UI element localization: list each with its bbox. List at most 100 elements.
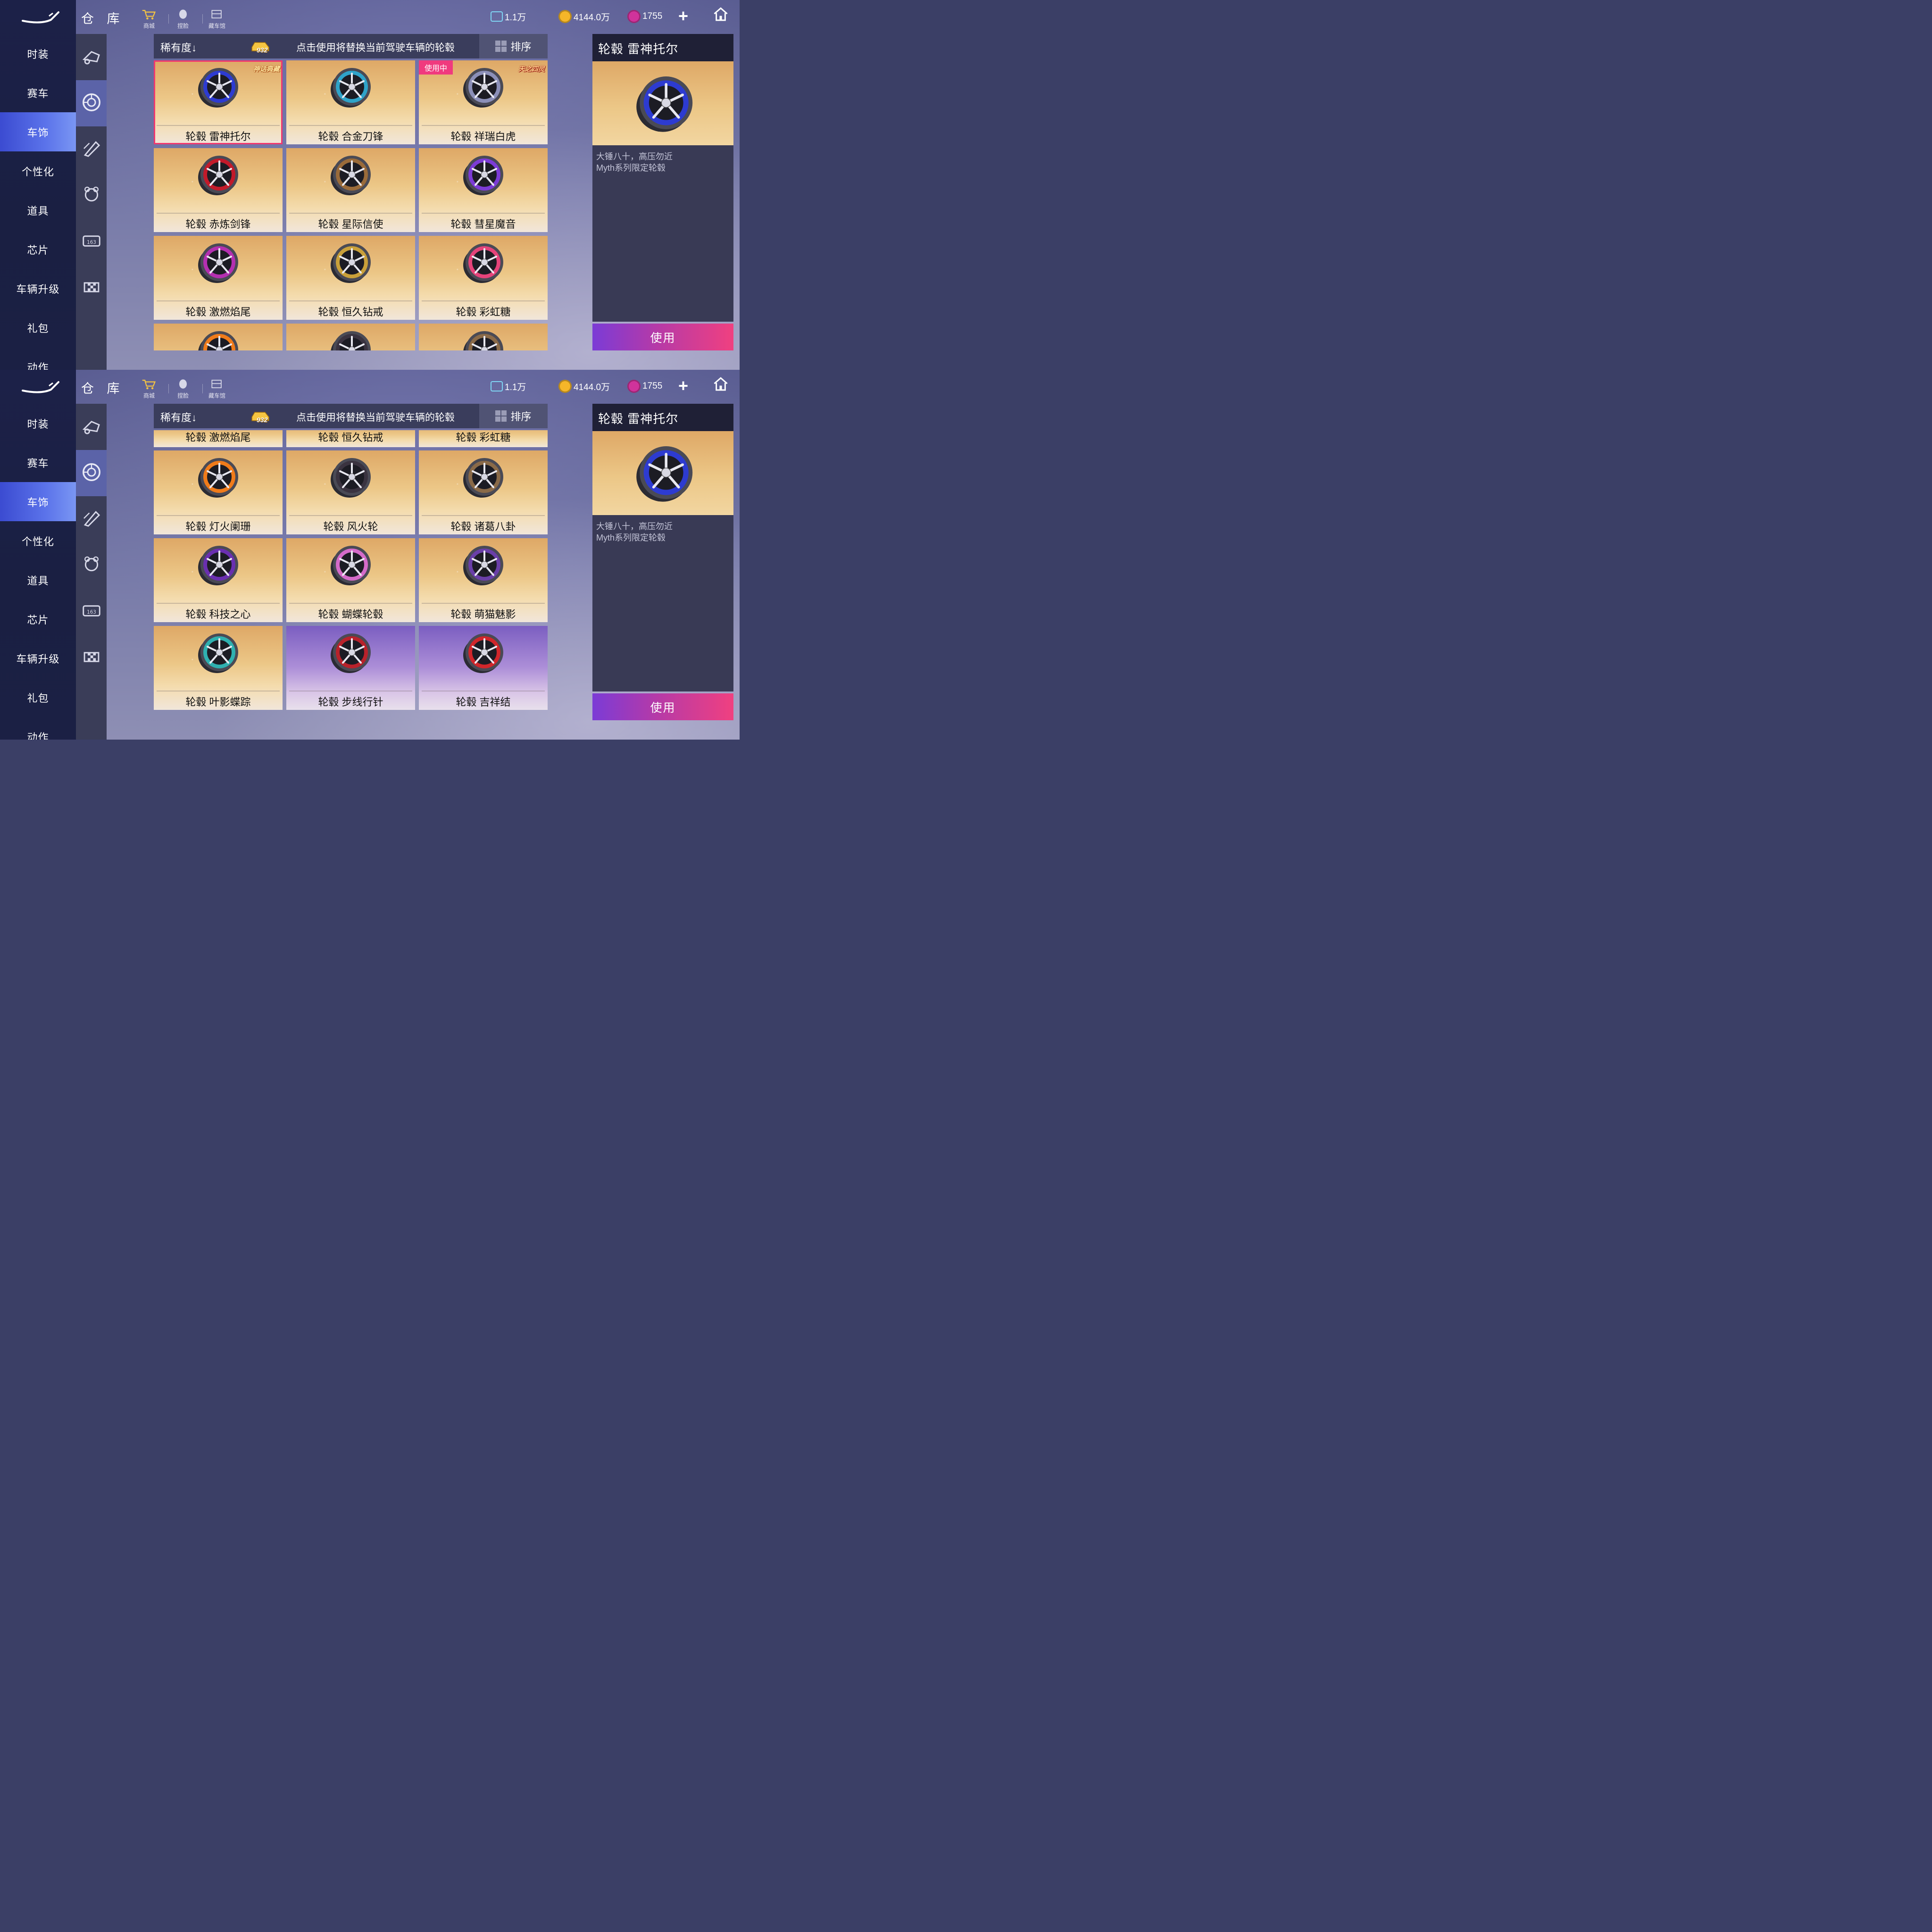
pet-icon-tab[interactable] (76, 542, 107, 589)
tail-icon-tab[interactable] (76, 404, 107, 450)
item-card[interactable]: 轮毂 恒久钻戒 (286, 236, 415, 320)
jet-icon-tab[interactable] (76, 126, 107, 173)
item-card[interactable]: 轮毂 灯火阑珊 (154, 450, 283, 534)
license-plate-icon: 163 (81, 600, 102, 624)
use-button[interactable]: 使用 (592, 693, 733, 720)
license-plate-icon-tab[interactable]: 163 (76, 589, 107, 635)
nav-item-5[interactable]: 芯片 (0, 230, 76, 269)
item-card[interactable]: 轮毂 诸葛八卦 (419, 450, 548, 534)
wheel-image (194, 453, 242, 500)
topnav-shopping-cart-button[interactable]: 商城 (135, 8, 163, 29)
item-card[interactable]: 轮毂 激燃焰尾 (154, 236, 283, 320)
wheel-icon-tab[interactable] (76, 450, 107, 496)
item-card[interactable]: 神话典藏 轮毂 雷神托尔 (154, 60, 283, 144)
item-name: 轮毂 赤炼剑锋 (185, 218, 251, 230)
item-card[interactable] (286, 324, 415, 350)
item-name: 轮毂 诸葛八卦 (450, 521, 516, 533)
jet-icon-tab[interactable] (76, 496, 107, 542)
flag-icon-tab[interactable] (76, 265, 107, 311)
detail-image (592, 61, 733, 145)
item-name: 轮毂 彩虹糖 (456, 306, 511, 318)
topnav-face-button[interactable]: 捏脸 (169, 8, 197, 29)
sort-button[interactable]: 排序 (479, 404, 548, 428)
detail-desc-line2: Myth系列限定轮毂 (596, 163, 666, 173)
sort-button[interactable]: 排序 (479, 34, 548, 58)
item-card[interactable]: 轮毂 萌猫魅影 (419, 538, 548, 622)
item-card[interactable]: 轮毂 吉祥结 (419, 626, 548, 710)
nav-item-0[interactable]: 时装 (0, 404, 76, 443)
nav-item-7[interactable]: 礼包 (0, 678, 76, 717)
topnav-garage-button[interactable]: 藏车馆 (203, 378, 231, 399)
card-divider (422, 300, 545, 301)
item-card[interactable]: 轮毂 彩虹糖 (419, 236, 548, 320)
currency-value: 1755 (642, 11, 663, 21)
currency-value: 4144.0万 (574, 382, 610, 392)
topnav-face-button[interactable]: 捏脸 (169, 378, 197, 399)
nav-item-6[interactable]: 车辆升级 (0, 639, 76, 678)
wheel-icon-tab[interactable] (76, 80, 107, 126)
home-icon[interactable] (712, 376, 729, 392)
item-card[interactable]: 轮毂 合金刀锋 (286, 60, 415, 144)
category-icon-column: 163 (76, 34, 107, 370)
usage-hint: 点击使用将替换当前驾驶车辆的轮毂 (296, 412, 455, 423)
item-card[interactable] (419, 324, 548, 350)
rarity-sort-toggle[interactable]: 稀有度↓ (160, 409, 197, 425)
topnav-garage-button[interactable]: 藏车馆 (203, 8, 231, 29)
nav-item-4[interactable]: 道具 (0, 560, 76, 600)
license-plate-icon-tab[interactable]: 163 (76, 219, 107, 265)
wheel-image (327, 629, 374, 676)
nav-item-2[interactable]: 车饰 (0, 112, 76, 151)
item-card[interactable] (154, 324, 283, 350)
nav-item-4[interactable]: 道具 (0, 191, 76, 230)
item-card[interactable]: 轮毂 蝴蝶轮毂 (286, 538, 415, 622)
item-name: 轮毂 星际信使 (318, 218, 383, 230)
series-badge: 天之四灵 (518, 65, 545, 73)
pet-icon-tab[interactable] (76, 173, 107, 219)
add-currency-button[interactable]: + (678, 8, 688, 25)
rarity-sort-toggle[interactable]: 稀有度↓ (160, 40, 197, 55)
item-card[interactable]: 使用中 天之四灵 轮毂 祥瑞白虎 (419, 60, 548, 144)
wheel-image (459, 63, 507, 110)
topnav-shopping-cart-button[interactable]: 商城 (135, 378, 163, 399)
wheel-image (327, 326, 374, 350)
flag-icon-tab[interactable] (76, 635, 107, 681)
wheel-image (194, 239, 242, 286)
item-card[interactable]: 轮毂 彩虹糖 (419, 430, 548, 447)
nav-item-8[interactable]: 动作 (0, 347, 76, 370)
nav-item-3[interactable]: 个性化 (0, 151, 76, 191)
item-card[interactable]: 轮毂 激燃焰尾 (154, 430, 283, 447)
nav-item-0[interactable]: 时装 (0, 34, 76, 73)
item-card[interactable]: 轮毂 恒久钻戒 (286, 430, 415, 447)
wheel-image (459, 453, 507, 500)
item-card[interactable]: 轮毂 科技之心 (154, 538, 283, 622)
nav-item-1[interactable]: 赛车 (0, 443, 76, 482)
nav-item-7[interactable]: 礼包 (0, 308, 76, 347)
item-card[interactable]: 轮毂 风火轮 (286, 450, 415, 534)
wheel-image (327, 239, 374, 286)
nav-item-2[interactable]: 车饰 (0, 482, 76, 521)
nav-item-5[interactable]: 芯片 (0, 600, 76, 639)
nav-item-3[interactable]: 个性化 (0, 521, 76, 560)
item-name: 轮毂 蝴蝶轮毂 (318, 608, 383, 620)
car-count-label: 932 (257, 46, 268, 54)
item-name: 轮毂 彩虹糖 (456, 432, 511, 443)
item-card[interactable]: 轮毂 步线行针 (286, 626, 415, 710)
tail-icon-tab[interactable] (76, 34, 107, 80)
item-card[interactable]: 轮毂 星际信使 (286, 148, 415, 232)
item-name: 轮毂 科技之心 (185, 608, 251, 620)
nav-item-8[interactable]: 动作 (0, 717, 76, 740)
in-use-tag: 使用中 (419, 60, 453, 75)
topnav-label: 捏脸 (177, 392, 189, 399)
add-currency-button[interactable]: + (678, 377, 688, 394)
item-card[interactable]: 轮毂 叶影蝶踪 (154, 626, 283, 710)
item-card[interactable]: 轮毂 赤炼剑锋 (154, 148, 283, 232)
sort-label: 排序 (510, 411, 532, 423)
nav-item-6[interactable]: 车辆升级 (0, 269, 76, 308)
item-card[interactable]: 轮毂 彗星魔音 (419, 148, 548, 232)
home-icon[interactable] (712, 7, 729, 23)
nav-item-1[interactable]: 赛车 (0, 73, 76, 112)
card-divider (157, 213, 280, 214)
wheel-image (459, 326, 507, 350)
star-coin-icon (627, 380, 641, 393)
use-button[interactable]: 使用 (592, 324, 733, 350)
